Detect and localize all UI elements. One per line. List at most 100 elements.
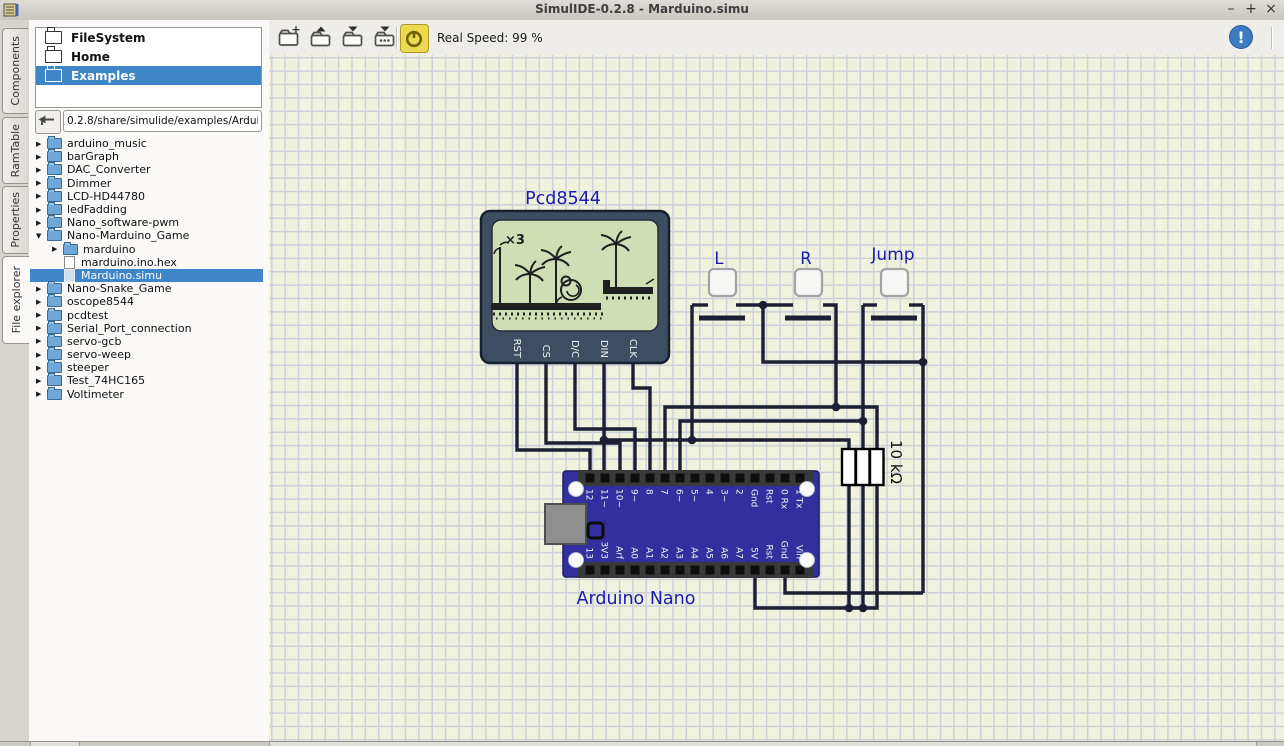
folder-icon: [47, 230, 62, 241]
tree-item-selected[interactable]: Marduino.simu: [30, 269, 263, 282]
tree-item[interactable]: ▶Nano_software-pwm: [30, 216, 263, 229]
tree-item[interactable]: ▶ Serial_Port_connection: [30, 322, 263, 335]
tree-item-label: steeper: [67, 361, 109, 374]
tree-item[interactable]: ▶ledFadding: [30, 203, 263, 216]
power-button[interactable]: [400, 24, 429, 53]
tree-item-label: Dimmer: [67, 177, 111, 190]
back-arrow-icon: [36, 111, 58, 131]
pin-label: A4: [689, 547, 699, 559]
place-label: FileSystem: [71, 31, 146, 45]
save-circuit-as-button[interactable]: [372, 25, 398, 51]
tab-file-explorer[interactable]: File explorer: [2, 256, 30, 344]
svg-text:+: +: [291, 25, 300, 36]
expand-arrow-icon[interactable]: ▶: [36, 377, 47, 385]
collapse-arrow-icon[interactable]: ▼: [36, 232, 47, 240]
expand-arrow-icon[interactable]: ▶: [36, 192, 47, 200]
expand-arrow-icon[interactable]: ▶: [36, 153, 47, 161]
save-circuit-button[interactable]: [340, 25, 366, 51]
push-button-right[interactable]: R: [795, 249, 822, 296]
place-home[interactable]: Home: [36, 47, 261, 66]
pin-label: Gnd: [749, 489, 759, 507]
folder-icon: [47, 389, 62, 400]
tree-item[interactable]: ▼Nano-Marduino_Game: [30, 229, 263, 242]
close-button[interactable]: ×: [1262, 0, 1280, 19]
button-label: L: [714, 249, 724, 268]
tab-components[interactable]: Components: [2, 28, 28, 114]
tree-item[interactable]: ▶oscope8544: [30, 295, 263, 308]
horizontal-scrollbar-track[interactable]: [0, 741, 1284, 746]
expand-arrow-icon[interactable]: ▶: [52, 245, 63, 253]
expand-arrow-icon[interactable]: ▶: [36, 324, 47, 332]
expand-arrow-icon[interactable]: ▶: [36, 285, 47, 293]
tree-item[interactable]: marduino.ino.hex: [30, 256, 263, 269]
pin-label: A1: [644, 547, 654, 559]
lcd-component-label: Pcd8544: [525, 189, 601, 209]
expand-arrow-icon[interactable]: ▶: [36, 351, 47, 359]
tree-item-label: Serial_Port_connection: [67, 322, 192, 335]
scrollbar-thumb[interactable]: [269, 742, 1257, 746]
folder-icon: [47, 349, 62, 360]
maximize-button[interactable]: +: [1242, 0, 1260, 19]
expand-arrow-icon[interactable]: ▶: [36, 219, 47, 227]
tree-item-label: marduino: [83, 243, 136, 256]
expand-arrow-icon[interactable]: ▶: [36, 140, 47, 148]
new-circuit-button[interactable]: +: [276, 25, 302, 51]
tree-item[interactable]: ▶ steeper: [30, 361, 263, 374]
pin-label: 0 Rx: [779, 489, 789, 510]
minimize-button[interactable]: –: [1222, 0, 1240, 19]
pin-label: A0: [629, 547, 639, 559]
expand-arrow-icon[interactable]: ▶: [36, 390, 47, 398]
tree-item[interactable]: ▶pcdtest: [30, 308, 263, 321]
pin-label: Gnd: [779, 541, 789, 559]
folder-icon: [47, 323, 62, 334]
window-title: SimulIDE-0.2.8 - Marduino.simu: [0, 2, 1284, 16]
expand-arrow-icon[interactable]: ▶: [36, 311, 47, 319]
tree-item[interactable]: ▶DAC_Converter: [30, 163, 263, 176]
tab-properties[interactable]: Properties: [2, 186, 28, 254]
push-button-left[interactable]: L: [709, 249, 736, 296]
folder-icon: [47, 362, 62, 373]
pullup-resistors[interactable]: 10 kΩ: [842, 440, 905, 485]
tree-item-label: barGraph: [67, 150, 119, 163]
pin-label: A2: [659, 547, 669, 559]
pin-label: 1 Tx: [794, 489, 804, 509]
tree-item[interactable]: ▶ marduino: [30, 243, 263, 256]
expand-arrow-icon[interactable]: ▶: [36, 337, 47, 345]
info-button[interactable]: !: [1228, 24, 1254, 50]
place-examples[interactable]: Examples: [36, 66, 261, 85]
pcd8544-lcd[interactable]: ×3: [481, 189, 669, 363]
expand-arrow-icon[interactable]: ▶: [36, 179, 47, 187]
tree-item[interactable]: ▶Nano-Snake_Game: [30, 282, 263, 295]
tree-item[interactable]: ▶ Dimmer: [30, 177, 263, 190]
tree-item[interactable]: ▶ barGraph: [30, 150, 263, 163]
reset-button[interactable]: [588, 523, 603, 538]
place-filesystem[interactable]: FileSystem: [36, 28, 261, 47]
tree-item[interactable]: ▶servo-weep: [30, 348, 263, 361]
back-button[interactable]: [35, 110, 61, 134]
arduino-nano[interactable]: 12 11~ 10~ 9~ 8 7 6~ 5~ 4 3~ 2 Gnd Rst 0…: [545, 470, 819, 609]
tree-item[interactable]: ▶Test_74HC165: [30, 374, 263, 387]
toolbar-separator: [396, 27, 397, 49]
pin-label: 7: [659, 489, 669, 495]
pin-label: 3V3: [599, 541, 609, 559]
tree-item[interactable]: ▶arduino_music: [30, 137, 263, 150]
tree-item-label: Voltimeter: [67, 388, 124, 401]
tree-item[interactable]: ▶servo-gcb: [30, 335, 263, 348]
open-circuit-button[interactable]: [308, 25, 334, 51]
tree-item[interactable]: ▶LCD-HD44780: [30, 190, 263, 203]
file-icon: [64, 269, 75, 282]
path-bar: [35, 110, 261, 133]
tree-item[interactable]: ▶ Voltimeter: [30, 388, 263, 401]
push-button-jump[interactable]: Jump: [870, 245, 914, 296]
path-input[interactable]: [63, 110, 262, 132]
expand-arrow-icon[interactable]: ▶: [36, 166, 47, 174]
expand-arrow-icon[interactable]: ▶: [36, 206, 47, 214]
expand-arrow-icon[interactable]: ▶: [36, 364, 47, 372]
scrollbar-thumb[interactable]: [30, 742, 80, 746]
tab-ramtable[interactable]: RamTable: [2, 117, 28, 184]
circuit-canvas[interactable]: 10 kΩ ×3: [269, 55, 1284, 741]
expand-arrow-icon[interactable]: ▶: [36, 298, 47, 306]
toolbar-separator: [1271, 27, 1272, 49]
pin-label: 10~: [614, 489, 624, 508]
lcd-pin-label: RST: [511, 339, 522, 359]
